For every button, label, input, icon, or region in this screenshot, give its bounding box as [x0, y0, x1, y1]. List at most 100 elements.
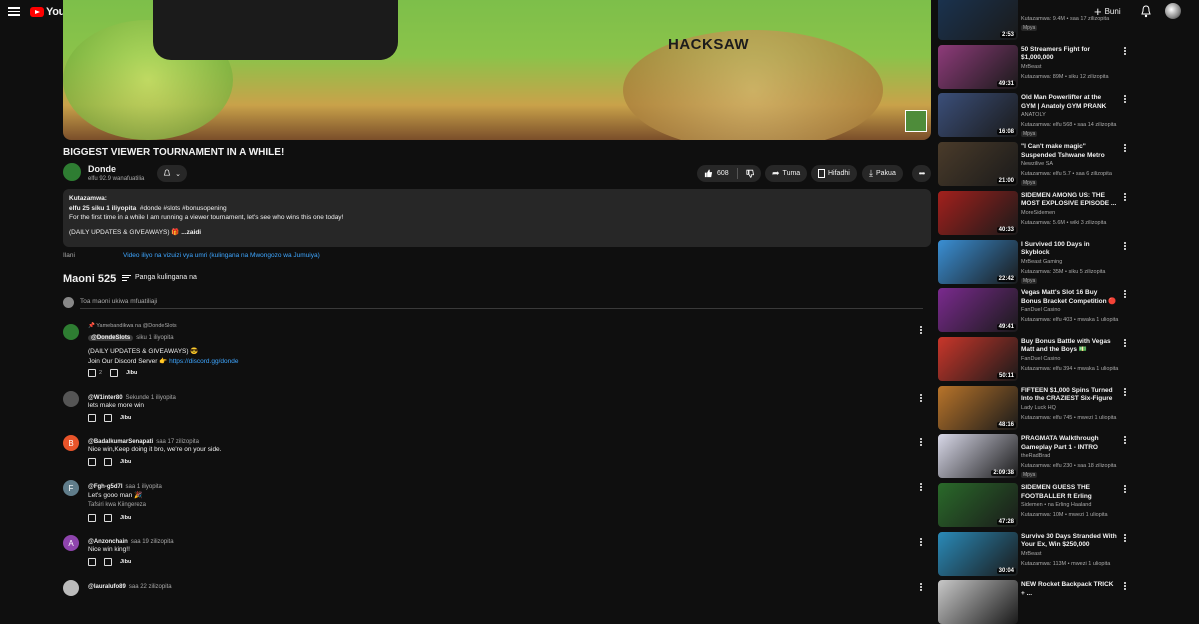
comment-time[interactable]: saa 17 zilizopita — [156, 439, 199, 445]
video-channel[interactable]: MrBeast — [1021, 64, 1041, 70]
comment-avatar[interactable] — [63, 324, 79, 340]
menu-icon[interactable] — [8, 5, 20, 17]
video-menu-icon[interactable] — [1124, 143, 1126, 153]
description-box[interactable]: Kutazamwa: elfu 25 siku 1 iliyopita #don… — [63, 189, 931, 247]
video-menu-icon[interactable] — [1124, 241, 1126, 251]
comment-time[interactable]: saa 22 zilizopita — [129, 584, 172, 590]
video-thumbnail[interactable]: 40:33 — [938, 190, 1018, 235]
video-title[interactable]: FIFTEEN $1,000 Spins Turned Into the CRA… — [1021, 387, 1117, 404]
add-comment-input[interactable]: Toa maoni ukiwa mfuatiliaji — [80, 298, 923, 309]
video-thumbnail[interactable]: 21:00 — [938, 142, 1018, 187]
comment-like-button[interactable] — [88, 558, 96, 566]
comment-like-button[interactable] — [88, 458, 96, 466]
translate-link[interactable]: Tafsiri kwa Kiingereza — [88, 502, 146, 508]
video-channel[interactable]: ANATOLY — [1021, 112, 1046, 118]
video-player[interactable]: HACKSAW — [63, 0, 931, 140]
download-button[interactable]: ⤓ Pakua — [862, 165, 903, 182]
comment-time[interactable]: Sekunde 1 iliyopita — [126, 395, 176, 401]
comment-menu-icon[interactable] — [920, 482, 922, 492]
video-menu-icon[interactable] — [1124, 192, 1126, 202]
video-channel[interactable]: MoreSidemen — [1021, 210, 1055, 216]
video-menu-icon[interactable] — [1124, 581, 1126, 591]
video-thumbnail[interactable]: 16:08 — [938, 93, 1018, 138]
comment-avatar[interactable]: B — [63, 435, 79, 451]
video-thumbnail[interactable] — [938, 580, 1018, 624]
reply-button[interactable]: Jibu — [126, 370, 137, 376]
sort-comments-button[interactable]: Panga kulingana na — [122, 273, 197, 282]
video-title[interactable]: Buy Bonus Battle with Vegas Matt and the… — [1021, 338, 1117, 355]
comment-menu-icon[interactable] — [920, 325, 922, 335]
comment-like-button[interactable] — [88, 514, 96, 522]
video-channel[interactable]: Sidemen • na Erling Haaland — [1021, 502, 1091, 508]
video-title[interactable]: Old Man Powerlifter at the GYM | Anatoly… — [1021, 94, 1117, 111]
reply-button[interactable]: Jibu — [120, 559, 131, 565]
video-channel[interactable]: FanDuel Casino — [1021, 356, 1060, 362]
video-menu-icon[interactable] — [1124, 484, 1126, 494]
video-menu-icon[interactable] — [1124, 435, 1126, 445]
video-menu-icon[interactable] — [1124, 533, 1126, 543]
comment-author[interactable]: @BadalkumarSenapati — [88, 439, 153, 445]
comment-avatar[interactable] — [63, 580, 79, 596]
thumbs-down-icon[interactable] — [104, 458, 112, 466]
comment-author[interactable]: @lauralufo89 — [88, 584, 126, 590]
account-avatar[interactable] — [1165, 3, 1181, 19]
channel-avatar[interactable] — [63, 163, 81, 181]
video-title[interactable]: PRAGMATA Walkthrough Gameplay Part 1 - I… — [1021, 435, 1117, 452]
channel-name[interactable]: Donde — [88, 164, 116, 174]
video-title[interactable]: I Survived 100 Days in Skyblock — [1021, 241, 1117, 258]
video-title[interactable]: SIDEMEN AMONG US: THE MOST EXPLOSIVE EPI… — [1021, 192, 1117, 209]
video-thumbnail[interactable]: 22:42 — [938, 239, 1018, 284]
video-menu-icon[interactable] — [1124, 94, 1126, 104]
video-thumbnail[interactable]: 50:11 — [938, 336, 1018, 381]
thumbs-down-icon[interactable] — [110, 369, 119, 377]
save-button[interactable]: Hifadhi — [811, 165, 857, 182]
thumbs-down-icon[interactable] — [104, 514, 112, 522]
video-title[interactable]: NEW Rocket Backpack TRICK + ... — [1021, 581, 1117, 598]
comment-menu-icon[interactable] — [920, 393, 922, 403]
comment-like-button[interactable]: 2 — [88, 369, 102, 377]
comment-author[interactable]: @W1inter80 — [88, 395, 123, 401]
comment-link[interactable]: https://discord.gg/donde — [169, 358, 238, 365]
video-channel[interactable]: FanDuel Casino — [1021, 307, 1060, 313]
comment-time[interactable]: siku 1 iliyopita — [136, 335, 173, 341]
comment-menu-icon[interactable] — [920, 537, 922, 547]
video-menu-icon[interactable] — [1124, 338, 1126, 348]
show-more-link[interactable]: ...zaidi — [181, 229, 201, 236]
comment-avatar[interactable] — [63, 391, 79, 407]
video-channel[interactable]: MrBeast Gaming — [1021, 259, 1062, 265]
comment-menu-icon[interactable] — [920, 437, 922, 447]
video-thumbnail[interactable]: 48:16 — [938, 385, 1018, 430]
video-thumbnail[interactable]: 2:53 — [938, 0, 1018, 40]
comment-time[interactable]: saa 1 iliyopita — [126, 484, 162, 490]
video-thumbnail[interactable]: 47:28 — [938, 483, 1018, 527]
video-thumbnail[interactable]: 49:41 — [938, 288, 1018, 333]
comment-time[interactable]: saa 19 zilizopita — [131, 539, 174, 545]
thumbs-down-icon[interactable] — [104, 558, 112, 566]
comment-like-button[interactable] — [88, 414, 96, 422]
reply-button[interactable]: Jibu — [120, 459, 131, 465]
comment-author-chip[interactable]: @DondeSlots — [88, 335, 134, 341]
notifications-button[interactable] — [1140, 5, 1152, 20]
video-title[interactable]: Vegas Matt's Slot 16 Buy Bonus Bracket C… — [1021, 289, 1117, 306]
video-title[interactable]: SIDEMEN GUESS THE FOOTBALLER ft Erling H… — [1021, 484, 1117, 501]
more-actions-button[interactable]: ••• — [912, 165, 931, 182]
video-channel[interactable]: theRadBrad — [1021, 453, 1050, 459]
video-channel[interactable]: MrBeast — [1021, 551, 1041, 557]
comment-menu-icon[interactable] — [920, 582, 922, 592]
video-menu-icon[interactable] — [1124, 46, 1126, 56]
thumbs-down-icon[interactable] — [104, 414, 112, 422]
reply-button[interactable]: Jibu — [120, 415, 131, 421]
hashtags[interactable]: #donde #slots #bonusopening — [140, 205, 227, 212]
video-title[interactable]: Survive 30 Days Stranded With Your Ex, W… — [1021, 533, 1117, 550]
share-button[interactable]: ➦ Tuma — [765, 165, 808, 182]
video-thumbnail[interactable]: 2:09:38 — [938, 434, 1018, 479]
video-thumbnail[interactable]: 30:04 — [938, 531, 1018, 576]
license-link[interactable]: Video iliyo na vizuizi vya umri (kulinga… — [123, 252, 320, 259]
video-menu-icon[interactable] — [1124, 289, 1126, 299]
video-channel[interactable]: Lady Luck HQ — [1021, 405, 1056, 411]
video-channel[interactable]: Newzilive SA — [1021, 161, 1053, 167]
video-thumbnail[interactable]: 49:31 — [938, 44, 1018, 89]
thumbs-down-icon[interactable] — [746, 169, 754, 178]
video-title[interactable]: "I Can't make magic" Suspended Tshwane M… — [1021, 143, 1117, 160]
video-menu-icon[interactable] — [1124, 387, 1126, 397]
